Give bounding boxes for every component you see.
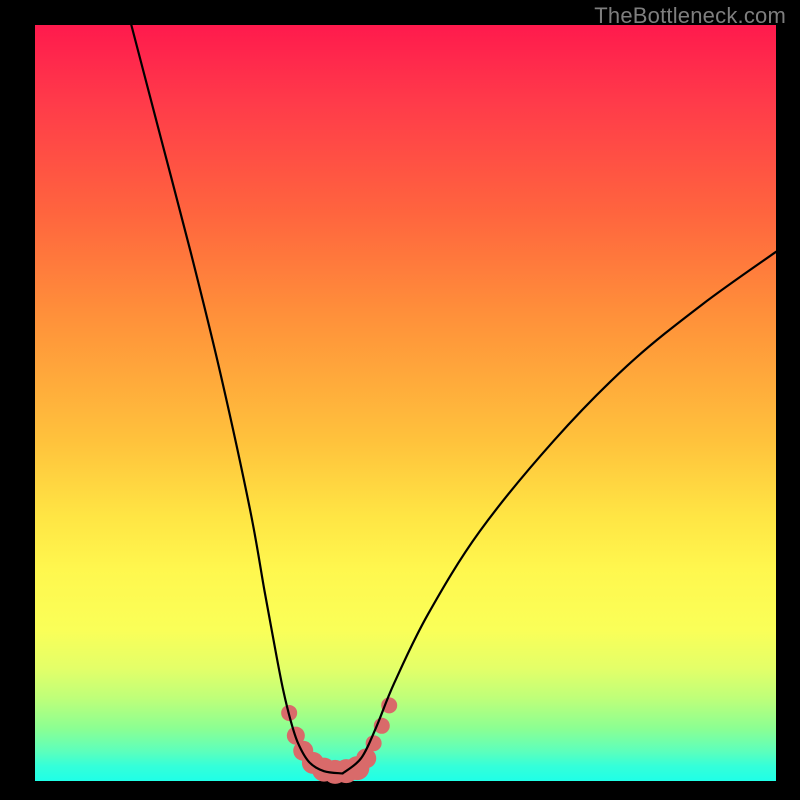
plot-area [35,25,776,781]
curve-right [343,252,776,774]
chart-frame: TheBottleneck.com [0,0,800,800]
watermark-text: TheBottleneck.com [594,3,786,29]
curve-left [131,25,342,773]
salmon-dots-group [281,697,397,784]
chart-svg [35,25,776,781]
